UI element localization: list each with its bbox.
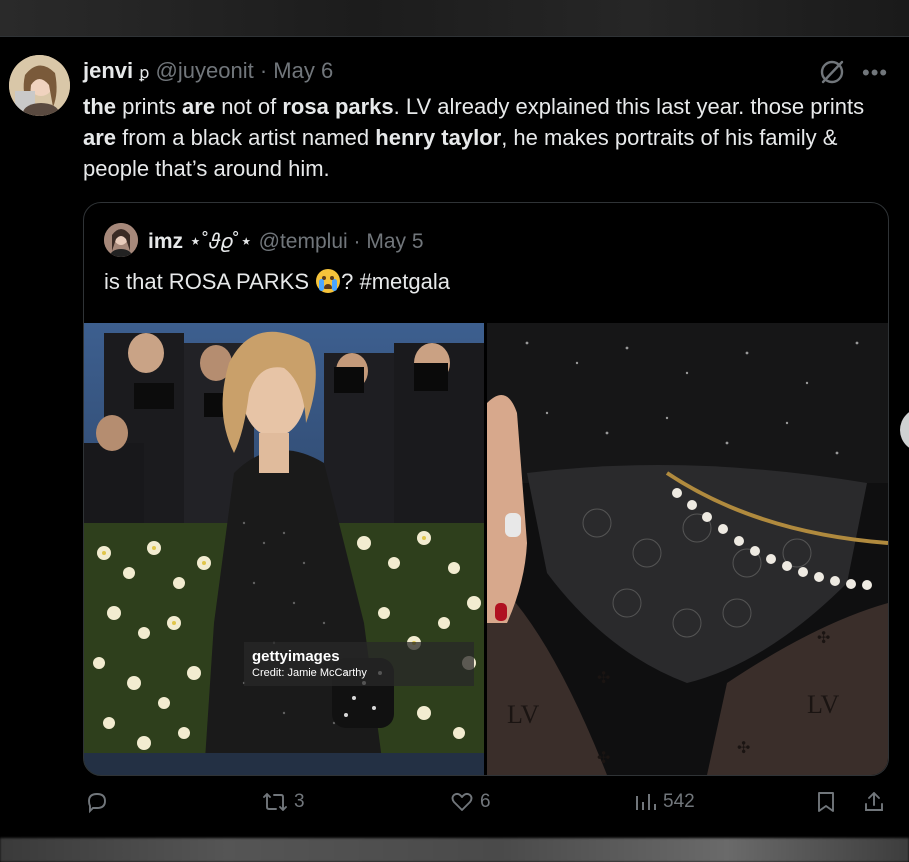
author-badge-icon: ꝑ (139, 65, 150, 82)
bookmark-button[interactable] (815, 790, 837, 814)
tweet-actions: 3 6 542 (0, 790, 909, 830)
tweet-text-segment: are (83, 125, 117, 150)
tweet-text-segment: the (83, 94, 116, 119)
scroll-handle[interactable] (900, 408, 909, 452)
views-count: 542 (663, 791, 695, 812)
tweet-text-segment: from a black artist named (116, 125, 376, 150)
reply-button[interactable] (85, 790, 115, 814)
quoted-separator: · (353, 230, 361, 253)
retweet-icon (263, 793, 287, 811)
quoted-photo-left[interactable]: gettyimages Credit: Jamie McCarthy (84, 323, 484, 775)
tweet-text-segment: not of (215, 94, 283, 119)
views-chart-icon (636, 794, 656, 810)
loudly-crying-face-icon (316, 269, 341, 293)
bottom-blurred-strip (0, 838, 909, 862)
reply-icon (88, 793, 106, 814)
quoted-author-avatar[interactable] (104, 223, 138, 257)
tweet-text-segment: . LV already explained this last year. t… (393, 94, 865, 119)
svg-text:LV: LV (807, 690, 839, 719)
svg-text:LV: LV (507, 700, 539, 729)
quoted-author-decoration: ⋆˚𝜗𝜚˚⋆ (188, 230, 253, 253)
tweet-text-segment: prints (116, 94, 183, 119)
like-button[interactable]: 6 (450, 790, 491, 814)
tweet-text-segment: are (182, 94, 216, 119)
quoted-tweet[interactable]: imz ⋆˚𝜗𝜚˚⋆ @templui · May 5 is that ROSA… (83, 202, 889, 776)
views-button[interactable]: 542 (633, 790, 695, 814)
quoted-author-handle[interactable]: @templui (259, 230, 348, 253)
quoted-text-before: is that ROSA PARKS (104, 269, 310, 294)
tweet-text: the prints are not of rosa parks. LV alr… (83, 91, 893, 184)
quoted-author-name[interactable]: imz (148, 230, 183, 253)
divider (0, 36, 909, 37)
share-button[interactable] (862, 790, 886, 814)
bookmark-icon (818, 792, 834, 812)
header-separator: · (259, 58, 268, 83)
tweet-text-segment: henry taylor (375, 125, 502, 150)
share-icon (865, 792, 883, 811)
retweet-count: 3 (294, 791, 305, 812)
heart-icon (451, 792, 473, 811)
quoted-date[interactable]: May 5 (366, 230, 423, 253)
tweet-header: jenvi ꝑ @juyeonit · May 6 (83, 58, 333, 84)
getty-watermark: gettyimages Credit: Jamie McCarthy (244, 642, 474, 686)
grok-icon[interactable] (818, 58, 846, 86)
quoted-header: imz ⋆˚𝜗𝜚˚⋆ @templui · May 5 (148, 229, 424, 254)
author-handle[interactable]: @juyeonit (156, 58, 254, 83)
svg-text:✣: ✣ (817, 628, 830, 647)
author-name[interactable]: jenvi (83, 58, 133, 83)
top-blurred-strip (0, 0, 909, 36)
svg-text:✣: ✣ (737, 738, 750, 757)
retweet-button[interactable]: 3 (262, 790, 305, 814)
tweet-text-segment: rosa parks (282, 94, 394, 119)
getty-brand: gettyimages (252, 648, 340, 665)
getty-credit: Credit: Jamie McCarthy (252, 667, 367, 679)
svg-text:✣: ✣ (597, 668, 610, 687)
tweet-date[interactable]: May 6 (273, 58, 333, 83)
quoted-text-after: ? #metgala (341, 269, 450, 294)
author-avatar[interactable] (9, 55, 70, 116)
like-count: 6 (480, 791, 491, 812)
quoted-photo-right[interactable]: LV LV ✣ ✣ ✣ ✣ (487, 323, 888, 775)
more-options-icon[interactable]: ••• (862, 60, 888, 86)
svg-text:✣: ✣ (597, 748, 610, 767)
quoted-text: is that ROSA PARKS ? #metgala (104, 269, 450, 295)
